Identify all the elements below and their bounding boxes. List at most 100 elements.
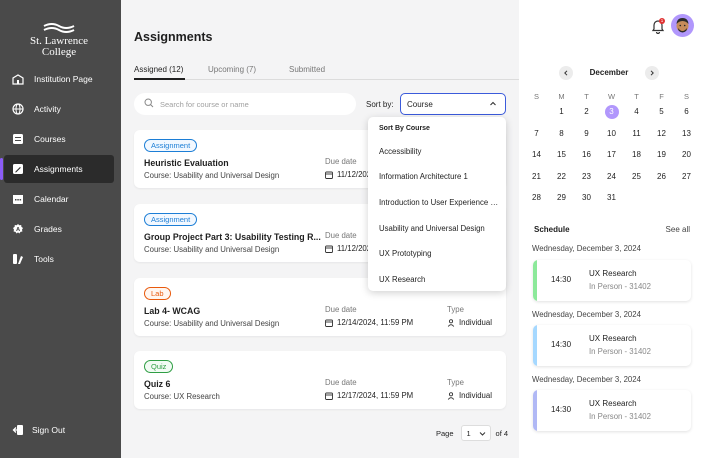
calendar-day[interactable]: 15 xyxy=(549,147,574,163)
sidebar-item-label: Activity xyxy=(34,104,61,114)
see-all-link[interactable]: See all xyxy=(666,225,690,234)
sort-select[interactable]: Course xyxy=(400,93,506,115)
sidebar-item-calendar[interactable]: Calendar xyxy=(4,185,114,213)
calendar-month: December xyxy=(589,68,629,77)
avatar[interactable] xyxy=(671,14,694,37)
sidebar-item-courses[interactable]: Courses xyxy=(4,125,114,153)
type-badge: Assignment xyxy=(144,213,198,226)
calendar-header: December xyxy=(559,66,659,80)
dropdown-option[interactable]: Accessibility xyxy=(379,147,499,156)
due-date-value: 12/14/2024, 11:59 PM xyxy=(325,318,413,327)
calendar-day[interactable]: 24 xyxy=(599,169,624,185)
assignment-title: Lab 4- WCAG xyxy=(144,306,201,316)
calendar-day[interactable]: 1 xyxy=(549,104,574,120)
main-content: Assignments Assigned (12) Upcoming (7) S… xyxy=(121,0,519,458)
calendar-day[interactable]: 14 xyxy=(524,147,549,163)
avatar-face-icon xyxy=(676,18,689,33)
calendar-day[interactable]: 11 xyxy=(624,126,649,142)
assignment-title: Heuristic Evaluation xyxy=(144,158,229,168)
event-name: UX Research xyxy=(589,334,637,343)
right-panel: 1 December S M T W T F S 1 2 3 4 5 6 7 8 9 10 11 12 13 14 15 1… xyxy=(519,0,704,458)
weekday-label: S xyxy=(683,92,689,101)
calendar-day[interactable]: 2 xyxy=(574,104,599,120)
calendar-day[interactable]: 22 xyxy=(549,169,574,185)
assignment-course: Course: UX Research xyxy=(144,392,220,401)
calendar-day[interactable]: 20 xyxy=(674,147,699,163)
tab-assigned[interactable]: Assigned (12) xyxy=(134,65,186,80)
page-select[interactable]: 1 xyxy=(460,425,491,441)
page-select-value: 1 xyxy=(466,428,471,438)
sidebar-item-label: Courses xyxy=(34,134,66,144)
chevron-down-icon xyxy=(479,430,486,439)
calendar-day[interactable]: 29 xyxy=(549,190,574,206)
calendar-day[interactable]: 12 xyxy=(649,126,674,142)
search-input[interactable] xyxy=(160,99,340,109)
calendar-day[interactable]: 5 xyxy=(649,104,674,120)
calendar-day[interactable]: 26 xyxy=(649,169,674,185)
calendar-day[interactable]: 16 xyxy=(574,147,599,163)
sidebar-item-institution-page[interactable]: Institution Page xyxy=(4,65,114,93)
tab-upcoming[interactable]: Upcoming (7) xyxy=(208,65,256,74)
calendar-day[interactable]: 17 xyxy=(599,147,624,163)
assignment-card[interactable]: Quiz Quiz 6 Course: UX Research Due date… xyxy=(134,351,506,409)
type-value: Individual xyxy=(447,318,492,327)
calendar-day[interactable]: 4 xyxy=(624,104,649,120)
calendar-day[interactable]: 28 xyxy=(524,190,549,206)
calendar-day[interactable]: 19 xyxy=(649,147,674,163)
dropdown-option[interactable]: UX Research xyxy=(379,275,499,284)
type-label: Type xyxy=(447,378,464,387)
event-name: UX Research xyxy=(589,269,637,278)
dropdown-option[interactable]: Usability and Universal Design xyxy=(379,224,499,233)
tab-submitted[interactable]: Submitted xyxy=(289,65,325,74)
tools-icon xyxy=(12,253,24,265)
sort-dropdown-menu: Sort By Course Accessibility Information… xyxy=(368,117,506,291)
sidebar-item-grades[interactable]: A Grades xyxy=(4,215,114,243)
calendar-day[interactable]: 31 xyxy=(599,190,624,206)
calendar-day[interactable]: 7 xyxy=(524,126,549,142)
college-logo[interactable]: St. Lawrence College xyxy=(24,22,94,58)
sidebar-item-assignments[interactable]: Assignments xyxy=(0,155,114,183)
pencil-icon xyxy=(12,163,24,175)
schedule-event[interactable]: 14:30 UX Research In Person - 31402 xyxy=(533,260,691,301)
calendar-day[interactable]: 13 xyxy=(674,126,699,142)
sidebar-item-label: Tools xyxy=(34,254,54,264)
globe-icon xyxy=(12,103,24,115)
weekday-label: S xyxy=(533,92,539,101)
calendar-day[interactable]: 10 xyxy=(599,126,624,142)
svg-text:A: A xyxy=(16,227,20,233)
calendar-day[interactable]: 30 xyxy=(574,190,599,206)
calendar-day[interactable]: 23 xyxy=(574,169,599,185)
dropdown-option[interactable]: UX Prototyping xyxy=(379,249,499,258)
weekday-label: M xyxy=(558,92,565,101)
schedule-date: Wednesday, December 3, 2024 xyxy=(532,375,641,384)
sidebar-item-tools[interactable]: Tools xyxy=(4,245,114,273)
schedule-event[interactable]: 14:30 UX Research In Person - 31402 xyxy=(533,390,691,431)
calendar-day[interactable]: 8 xyxy=(549,126,574,142)
calendar-day[interactable]: 21 xyxy=(524,169,549,185)
sidebar-item-activity[interactable]: Activity xyxy=(4,95,114,123)
weekday-label: F xyxy=(659,92,664,101)
due-date-label: Due date xyxy=(325,378,357,387)
sidebar-item-label: Assignments xyxy=(34,164,83,174)
calendar-day[interactable]: 6 xyxy=(674,104,699,120)
event-time: 14:30 xyxy=(551,275,572,284)
dropdown-option[interactable]: Introduction to User Experience Design xyxy=(379,198,499,207)
calendar-day[interactable]: 27 xyxy=(674,169,699,185)
schedule-title: Schedule xyxy=(534,225,570,234)
schedule-event[interactable]: 14:30 UX Research In Person - 31402 xyxy=(533,325,691,366)
event-time: 14:30 xyxy=(551,340,572,349)
assignment-course: Course: Usability and Universal Design xyxy=(144,245,280,254)
dropdown-option[interactable]: Information Architecture 1 xyxy=(379,172,499,181)
grades-icon: A xyxy=(12,223,24,235)
calendar-day-selected[interactable]: 3 xyxy=(599,104,624,120)
notification-bell-button[interactable]: 1 xyxy=(651,18,665,35)
calendar-day[interactable]: 9 xyxy=(574,126,599,142)
sign-out-button[interactable]: Sign Out xyxy=(12,424,65,436)
schedule-date: Wednesday, December 3, 2024 xyxy=(532,244,641,253)
calendar-day[interactable]: 18 xyxy=(624,147,649,163)
schedule-date: Wednesday, December 3, 2024 xyxy=(532,310,641,319)
person-icon xyxy=(447,318,455,327)
calendar-day[interactable]: 25 xyxy=(624,169,649,185)
search-icon xyxy=(144,95,154,113)
next-month-button[interactable] xyxy=(645,66,659,80)
